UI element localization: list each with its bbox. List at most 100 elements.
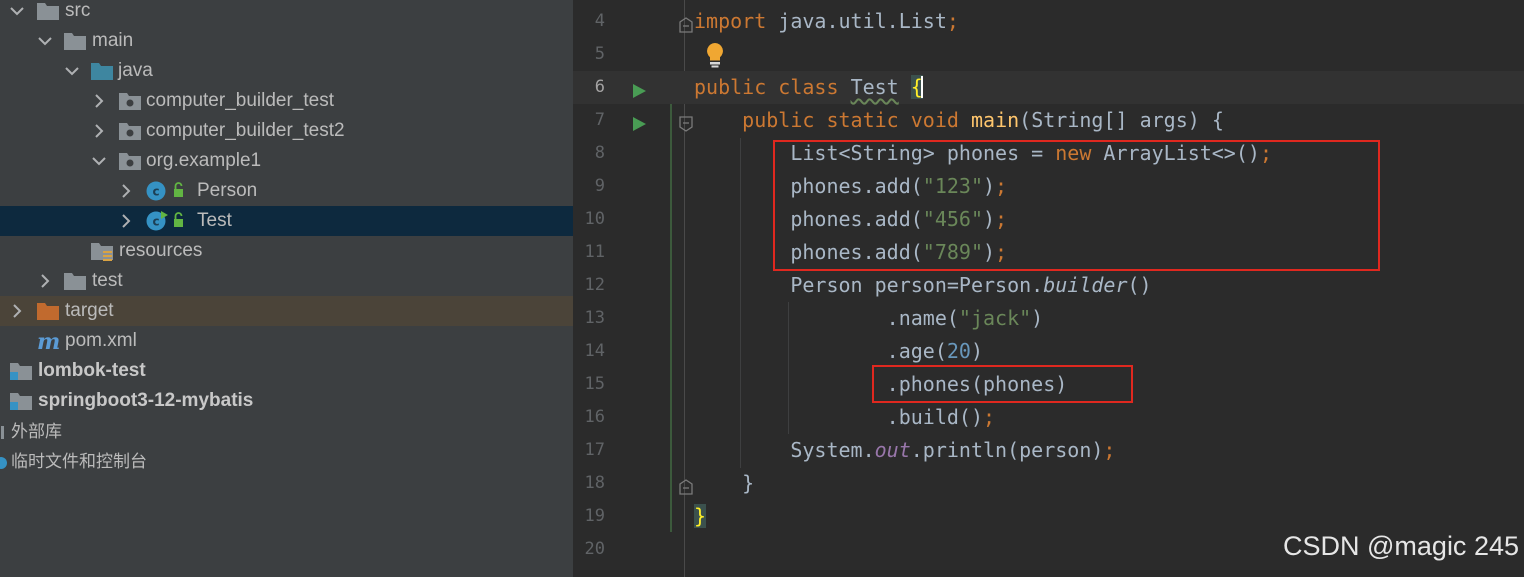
code-token: System. [790,438,875,462]
code-token: .println(person) [910,438,1104,462]
chevron-right-icon[interactable] [89,121,109,141]
code-line-19[interactable]: 19 } [573,500,1524,533]
fold-start-icon[interactable] [679,113,693,132]
code-line-5[interactable]: 5 [573,38,1524,71]
tree-item-src[interactable]: src [0,0,573,26]
tree-item-scratches-and-consoles[interactable]: 临时文件和控制台 [0,446,573,476]
line-number: 14 [584,341,605,361]
chevron-down-icon[interactable] [7,1,27,21]
tree-item-resources[interactable]: resources [0,236,573,266]
tree-item-label: springboot3-12-mybatis [38,390,254,411]
tree-item-test-folder[interactable]: test [0,266,573,296]
tree-item-computer-builder-test2[interactable]: computer_builder_test2 [0,116,573,146]
code-editor[interactable]: 4 import java.util.List; 5 6 public clas… [573,0,1524,577]
code-token: (String[] args) { [1019,108,1224,132]
chevron-right-icon[interactable] [35,271,55,291]
run-icon[interactable] [631,113,647,131]
code-token: public [694,75,767,99]
svg-text:c: c [152,215,159,229]
chevron-right-icon[interactable] [89,91,109,111]
chevron-right-icon[interactable] [116,181,136,201]
tree-item-person[interactable]: c Person [0,176,573,206]
code-line-4[interactable]: 4 import java.util.List; [573,5,1524,38]
tree-item-target[interactable]: target [0,296,573,326]
project-tree-panel: src main java computer_builder_test comp… [0,0,573,577]
tree-item-label: computer_builder_test2 [146,120,345,141]
chevron-down-icon[interactable] [62,61,82,81]
tree-item-springboot3-12-mybatis[interactable]: springboot3-12-mybatis [0,386,573,416]
code-line-17[interactable]: 17 System.out.println(person); [573,434,1524,467]
chevron-right-icon[interactable] [7,301,27,321]
run-icon[interactable] [631,80,647,98]
code-token: Test [850,75,899,99]
code-token: static [826,108,899,132]
code-line-13[interactable]: 13 .name("jack") [573,302,1524,335]
java-class-runnable-icon: c [145,210,191,232]
code-token: public [742,108,815,132]
module-icon [9,360,33,382]
tree-item-java[interactable]: java [0,56,573,86]
code-token: java.util.List [766,9,947,33]
chevron-down-icon[interactable] [89,151,109,171]
code-token: builder [1043,273,1128,297]
code-line-14[interactable]: 14 .age(20) [573,335,1524,368]
module-icon [9,390,33,412]
tree-item-lombok-test[interactable]: lombok-test [0,356,573,386]
tree-item-main[interactable]: main [0,26,573,56]
svg-text:m: m [37,330,60,352]
watermark: CSDN @magic 245 [1283,531,1519,561]
chevron-right-icon[interactable] [116,211,136,231]
line-number: 7 [594,110,605,130]
line-number: 11 [584,242,605,262]
line-number: 6 [594,77,605,97]
chevron-down-icon[interactable] [35,31,55,51]
code-token: import [694,9,767,33]
tree-item-label: 外部库 [11,422,62,442]
line-number: 10 [584,209,605,229]
tree-item-label: lombok-test [38,360,146,381]
package-icon [118,150,142,172]
tree-item-label: Test [197,210,232,231]
folder-icon [63,30,87,52]
library-icon [0,420,8,442]
fold-end-icon[interactable] [679,476,693,495]
text-caret [920,76,923,98]
line-number: 8 [594,143,605,163]
line-number: 17 [584,440,605,460]
line-number: 19 [584,506,605,526]
source-folder-icon [90,60,114,82]
tree-item-external-libraries[interactable]: 外部库 [0,416,573,446]
tree-item-label: java [118,60,153,81]
maven-icon: m [36,330,60,352]
line-number: 12 [584,275,605,295]
svg-text:c: c [152,185,159,199]
annotation-box-phones-list [773,140,1380,271]
tree-item-label: target [65,300,114,321]
code-line-16[interactable]: 16 .build(); [573,401,1524,434]
tree-item-org-example1[interactable]: org.example1 [0,146,573,176]
line-number: 16 [584,407,605,427]
tree-item-label: resources [119,240,203,261]
line-number: 5 [594,44,605,64]
tree-item-label: Person [197,180,258,201]
code-token: } [694,504,707,528]
fold-start-icon[interactable] [679,14,693,33]
line-number: 18 [584,473,605,493]
tree-item-pom-xml[interactable]: m pom.xml [0,326,573,356]
code-token: ) [970,339,984,363]
line-number: 13 [584,308,605,328]
code-line-12[interactable]: 12 Person person=Person.builder() [573,269,1524,302]
code-token: } [742,471,755,495]
line-number: 15 [584,374,605,394]
java-class-icon: c [145,180,191,202]
code-line-7[interactable]: 7 public static void main(String[] args)… [573,104,1524,137]
lightbulb-icon[interactable] [705,42,725,68]
scratch-icon [0,450,8,472]
code-line-6[interactable]: 6 public class Test { [573,71,1524,104]
code-token: main [970,108,1020,132]
tree-item-computer-builder-test[interactable]: computer_builder_test [0,86,573,116]
excluded-folder-icon [36,300,60,322]
code-token: class [778,75,839,99]
tree-item-test-class[interactable]: c Test [0,206,573,236]
code-line-18[interactable]: 18 } [573,467,1524,500]
